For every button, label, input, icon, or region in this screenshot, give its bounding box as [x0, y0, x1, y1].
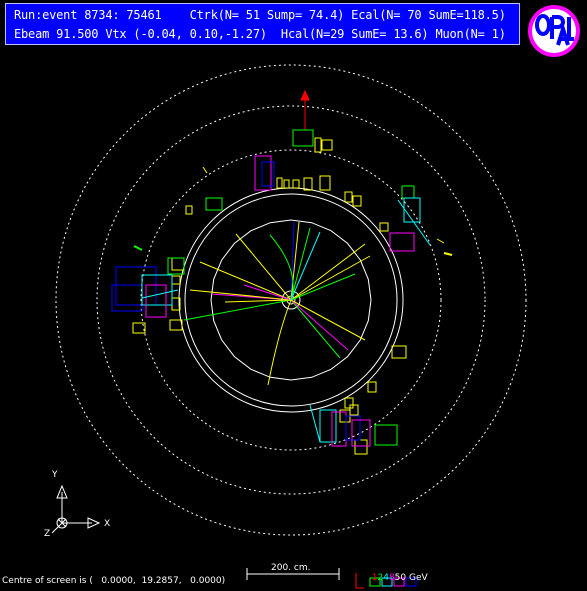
event-display	[51, 64, 527, 589]
axis-indicator	[51, 484, 101, 534]
z-axis-label: Z	[44, 529, 51, 539]
energy-scale-legend: 124850 GeV	[366, 563, 428, 583]
energy-50: 50 GeV	[394, 573, 428, 583]
scale-bar-label: 200. cm.	[271, 563, 311, 573]
y-axis-label: Y	[52, 470, 58, 480]
centre-of-screen-text: Centre of screen is ( 0.0000, 19.2857, 0…	[2, 576, 226, 586]
x-axis-label: X	[104, 519, 111, 529]
muon-arrow	[300, 89, 310, 130]
